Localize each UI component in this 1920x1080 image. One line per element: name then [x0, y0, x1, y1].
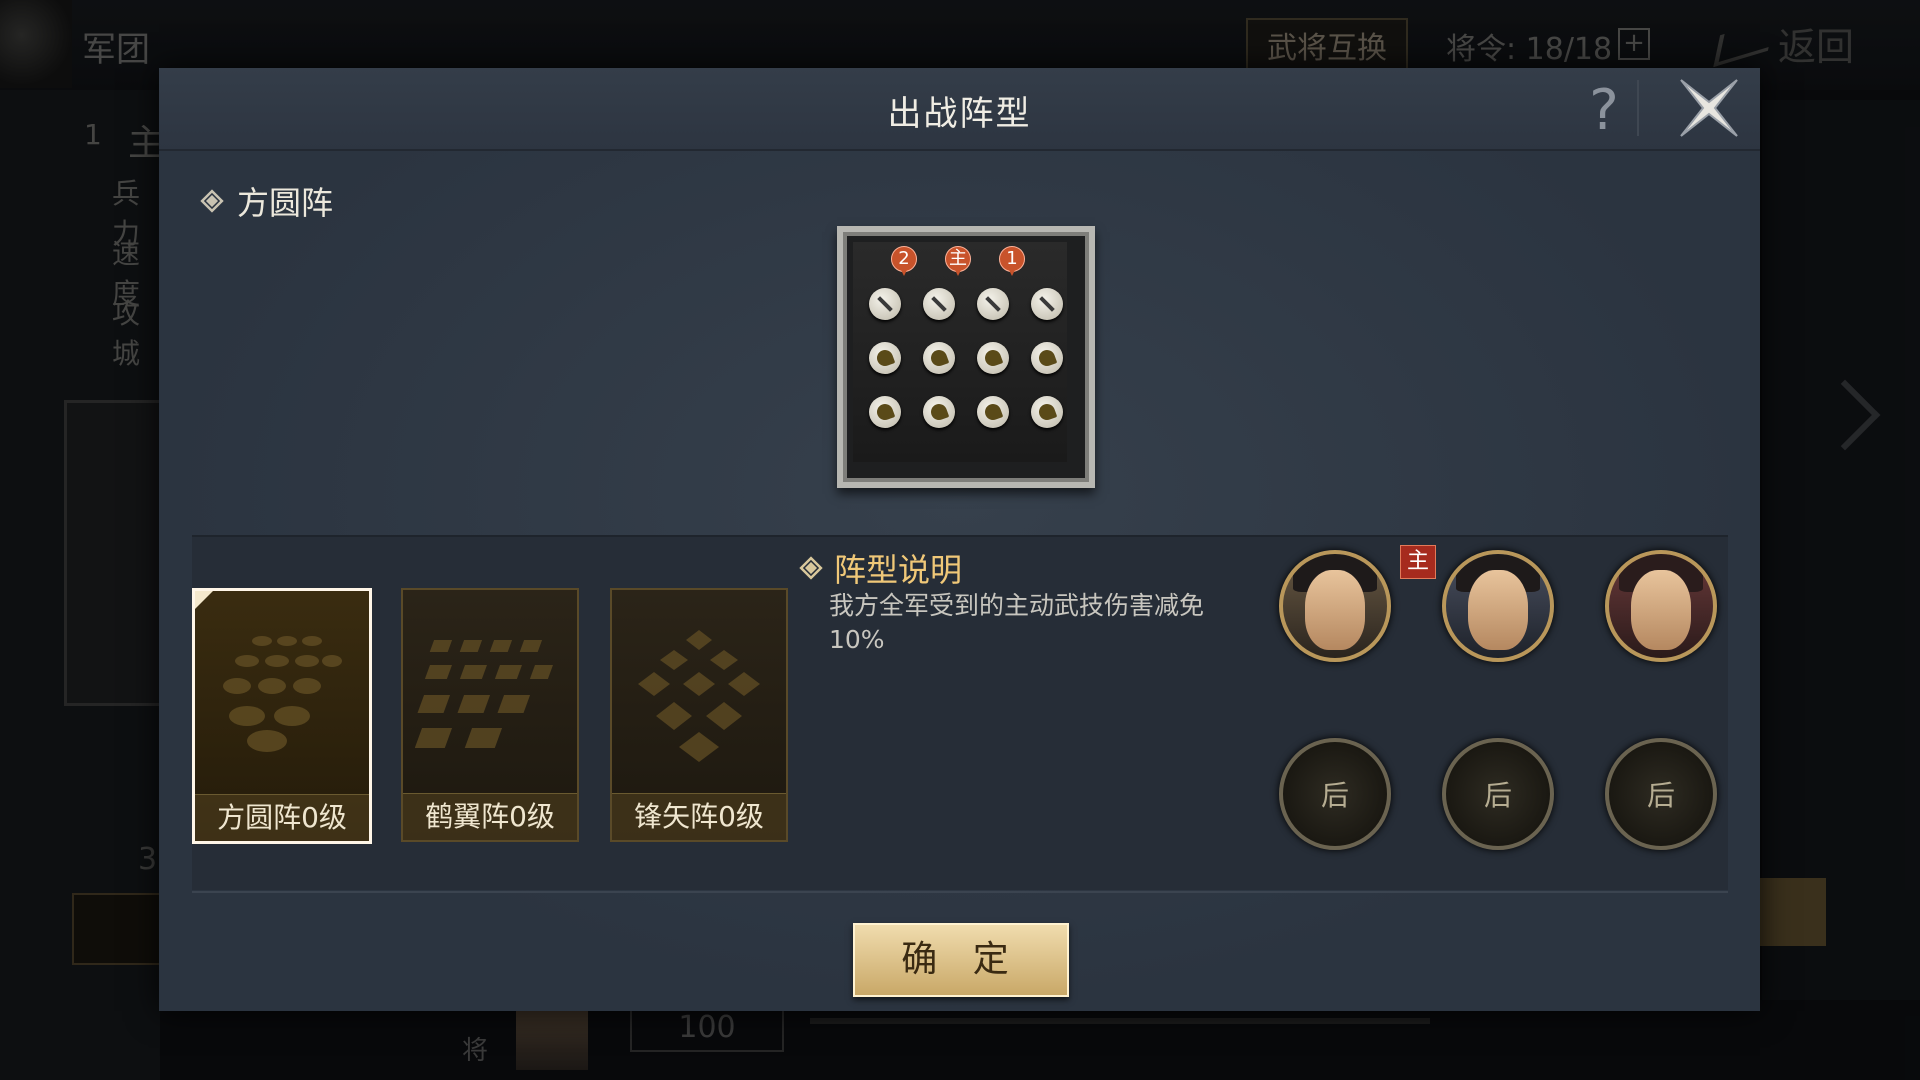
- cavalry-token-icon: [1031, 342, 1063, 374]
- description-header: 阵型说明: [796, 545, 962, 591]
- formation-card-heyi[interactable]: 鹤翼阵0级: [401, 588, 579, 842]
- dialog-title: 出战阵型: [887, 94, 1032, 134]
- marker-pin-1: 1: [999, 246, 1025, 276]
- description-text: 我方全军受到的主动武技伤害减免10%: [829, 591, 1205, 654]
- rear-slot-2[interactable]: 后: [1442, 738, 1554, 850]
- cavalry-token-icon: [977, 342, 1009, 374]
- general-portrait-3[interactable]: [1605, 550, 1717, 662]
- marker-tail: [899, 266, 909, 276]
- formation-panel: 方圆阵0级 鹤翼阵0级 锋矢阵0级 阵型说明 我方全军受到的主动武技伤害减免10…: [192, 535, 1728, 890]
- marker-pin-lord: 主: [945, 246, 971, 276]
- portrait-face: [1631, 570, 1691, 650]
- header-divider: [1637, 80, 1639, 136]
- help-icon[interactable]: ?: [1579, 78, 1629, 143]
- close-icon[interactable]: [1673, 72, 1745, 144]
- diamond-icon: [200, 189, 224, 213]
- confirm-button[interactable]: 确 定: [853, 923, 1069, 997]
- formation-name: 方圆阵: [197, 178, 333, 224]
- diamond-icon: [799, 556, 823, 580]
- formation-board: 2 主 1: [837, 226, 1095, 488]
- rear-slot-1[interactable]: 后: [1279, 738, 1391, 850]
- marker-pin-2: 2: [891, 246, 917, 276]
- formation-card-fangyuan[interactable]: 方圆阵0级: [192, 588, 372, 844]
- round-formation-icon: [223, 636, 342, 752]
- cavalry-token-icon: [1031, 396, 1063, 428]
- sword-token-icon: [923, 288, 955, 320]
- formation-dialog: 出战阵型 ? 方圆阵 2 主 1 方圆阵0级 鹤翼阵0级 锋矢阵0级 阵型说明 …: [159, 68, 1760, 1011]
- cavalry-token-icon: [869, 396, 901, 428]
- marker-tail: [953, 266, 963, 276]
- portrait-face: [1468, 570, 1528, 650]
- sword-token-icon: [977, 288, 1009, 320]
- sword-token-icon: [869, 288, 901, 320]
- cavalry-token-icon: [869, 342, 901, 374]
- general-portrait-1[interactable]: [1279, 550, 1391, 662]
- description-title: 阵型说明: [834, 551, 963, 589]
- formation-name-label: 方圆阵: [237, 184, 334, 222]
- board-grid: 2 主 1: [853, 242, 1067, 462]
- selected-corner-icon: [195, 591, 213, 609]
- formation-card-label: 鹤翼阵0级: [403, 793, 577, 840]
- lord-badge: 主: [1400, 545, 1436, 579]
- formation-card-label: 锋矢阵0级: [612, 793, 786, 840]
- dialog-header: 出战阵型 ?: [159, 68, 1760, 151]
- cavalry-token-icon: [923, 396, 955, 428]
- formation-card-label: 方圆阵0级: [195, 794, 369, 841]
- crane-wing-formation-icon: [415, 640, 553, 748]
- rear-slot-3[interactable]: 后: [1605, 738, 1717, 850]
- portrait-face: [1305, 570, 1365, 650]
- cavalry-token-icon: [977, 396, 1009, 428]
- general-portrait-2[interactable]: [1442, 550, 1554, 662]
- formation-card-fengshi[interactable]: 锋矢阵0级: [610, 588, 788, 842]
- marker-tail: [1007, 266, 1017, 276]
- sword-token-icon: [1031, 288, 1063, 320]
- footer-divider: [192, 891, 1728, 893]
- arrowhead-formation-icon: [638, 630, 760, 762]
- cavalry-token-icon: [923, 342, 955, 374]
